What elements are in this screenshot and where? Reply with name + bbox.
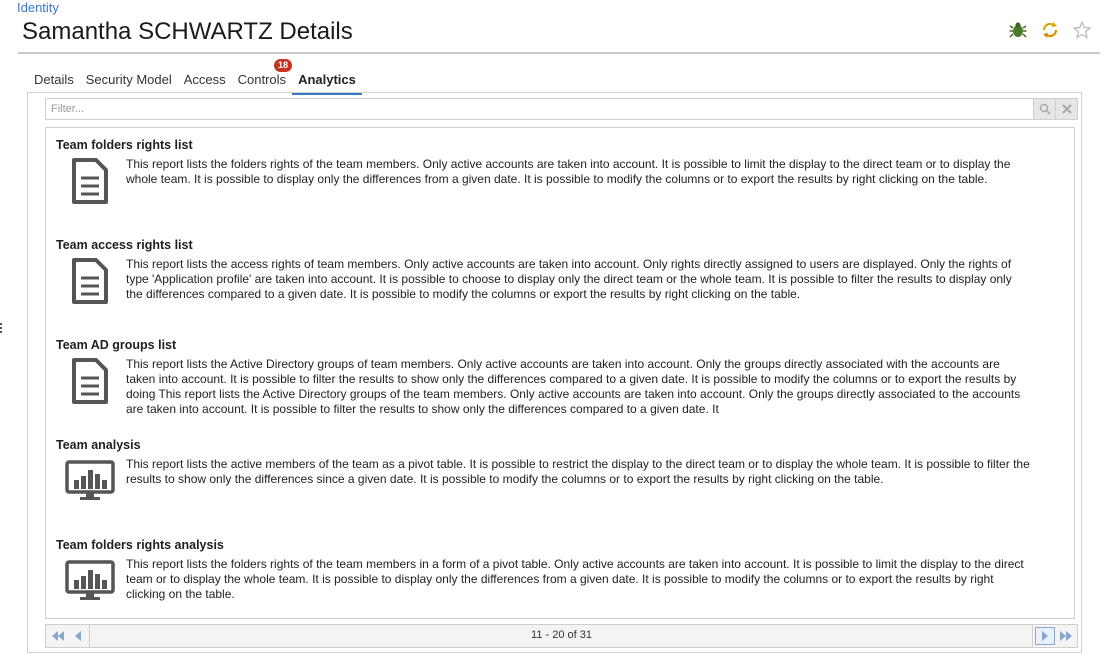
report-title[interactable]: Team AD groups list [56, 338, 176, 352]
filter-input[interactable] [46, 99, 1031, 119]
report-description: This report lists the folders rights of … [126, 157, 1011, 186]
last-page-icon[interactable] [1056, 627, 1076, 645]
search-icon[interactable] [1033, 99, 1055, 119]
controls-count-badge: 18 [274, 59, 293, 72]
report-title[interactable]: Team folders rights analysis [56, 538, 224, 552]
analytics-panel: Team folders rights list This report lis… [27, 92, 1082, 653]
report-description: This report lists the active members of … [126, 457, 1030, 486]
document-icon [64, 256, 116, 306]
chart-monitor-icon [64, 456, 116, 506]
report-title[interactable]: Team folders rights list [56, 138, 193, 152]
page-indicator: 11 - 20 of 31 [531, 629, 592, 641]
title-divider [18, 52, 1100, 54]
report-list: Team folders rights list This report lis… [45, 127, 1075, 619]
bug-icon[interactable] [1008, 20, 1028, 40]
clear-icon[interactable] [1055, 99, 1077, 119]
pagination-bar: 11 - 20 of 31 [45, 624, 1078, 648]
next-page-icon[interactable] [1035, 627, 1055, 645]
chart-monitor-icon [64, 556, 116, 606]
document-icon [64, 356, 116, 406]
report-title[interactable]: Team analysis [56, 438, 141, 452]
page-title: Samantha SCHWARTZ Details [22, 18, 353, 45]
document-icon [64, 156, 116, 206]
header-actions [1008, 20, 1092, 40]
report-description: This report lists the Active Directory g… [126, 357, 1021, 416]
filter-bar [45, 98, 1078, 120]
sync-icon[interactable] [1040, 20, 1060, 40]
breadcrumb[interactable]: Identity [17, 0, 59, 15]
side-handle[interactable] [0, 323, 3, 335]
star-icon[interactable] [1072, 20, 1092, 40]
report-description: This report lists the access rights of t… [126, 257, 1012, 301]
report-description: This report lists the folders rights of … [126, 557, 1024, 601]
report-title[interactable]: Team access rights list [56, 238, 193, 252]
pager-divider [1032, 625, 1033, 647]
